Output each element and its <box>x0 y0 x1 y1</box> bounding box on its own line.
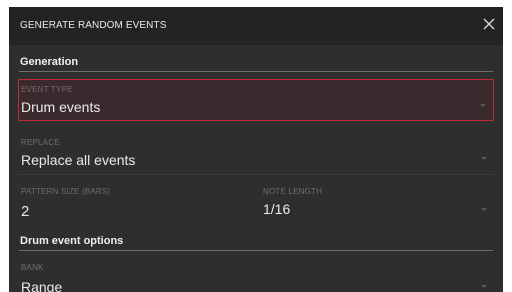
close-icon[interactable] <box>481 16 497 32</box>
note-length-label: NOTE LENGTH <box>263 187 323 196</box>
generate-random-events-dialog: GENERATE RANDOM EVENTS Generation EVENT … <box>9 7 503 292</box>
section-heading-drum-event-options: Drum event options <box>20 235 124 247</box>
chevron-down-icon <box>480 104 486 107</box>
note-length-value: 1/16 <box>263 201 291 217</box>
dialog-titlebar: GENERATE RANDOM EVENTS <box>9 7 503 45</box>
pattern-size-label: PATTERN SIZE (BARS) <box>21 187 111 196</box>
section-heading-generation: Generation <box>20 56 79 68</box>
chevron-down-icon <box>481 208 487 211</box>
section-divider <box>19 71 493 72</box>
replace-label: REPLACE <box>21 138 60 147</box>
bank-select[interactable]: BANK Range <box>18 257 494 292</box>
replace-select[interactable]: REPLACE Replace all events <box>18 133 494 175</box>
chevron-down-icon <box>481 285 487 288</box>
section-divider <box>19 250 493 251</box>
note-length-select[interactable]: NOTE LENGTH 1/16 <box>263 184 494 226</box>
bank-label: BANK <box>21 263 44 272</box>
event-type-value: Drum events <box>21 99 101 115</box>
pattern-size-field[interactable]: PATTERN SIZE (BARS) 2 <box>18 184 248 226</box>
bank-value: Range <box>21 279 63 292</box>
event-type-select[interactable]: EVENT TYPE Drum events <box>18 79 494 121</box>
chevron-down-icon <box>481 157 487 160</box>
event-type-label: EVENT TYPE <box>21 85 73 94</box>
replace-value: Replace all events <box>21 152 136 168</box>
dialog-title: GENERATE RANDOM EVENTS <box>20 20 167 31</box>
field-underline <box>18 174 494 175</box>
pattern-size-value: 2 <box>21 203 30 220</box>
